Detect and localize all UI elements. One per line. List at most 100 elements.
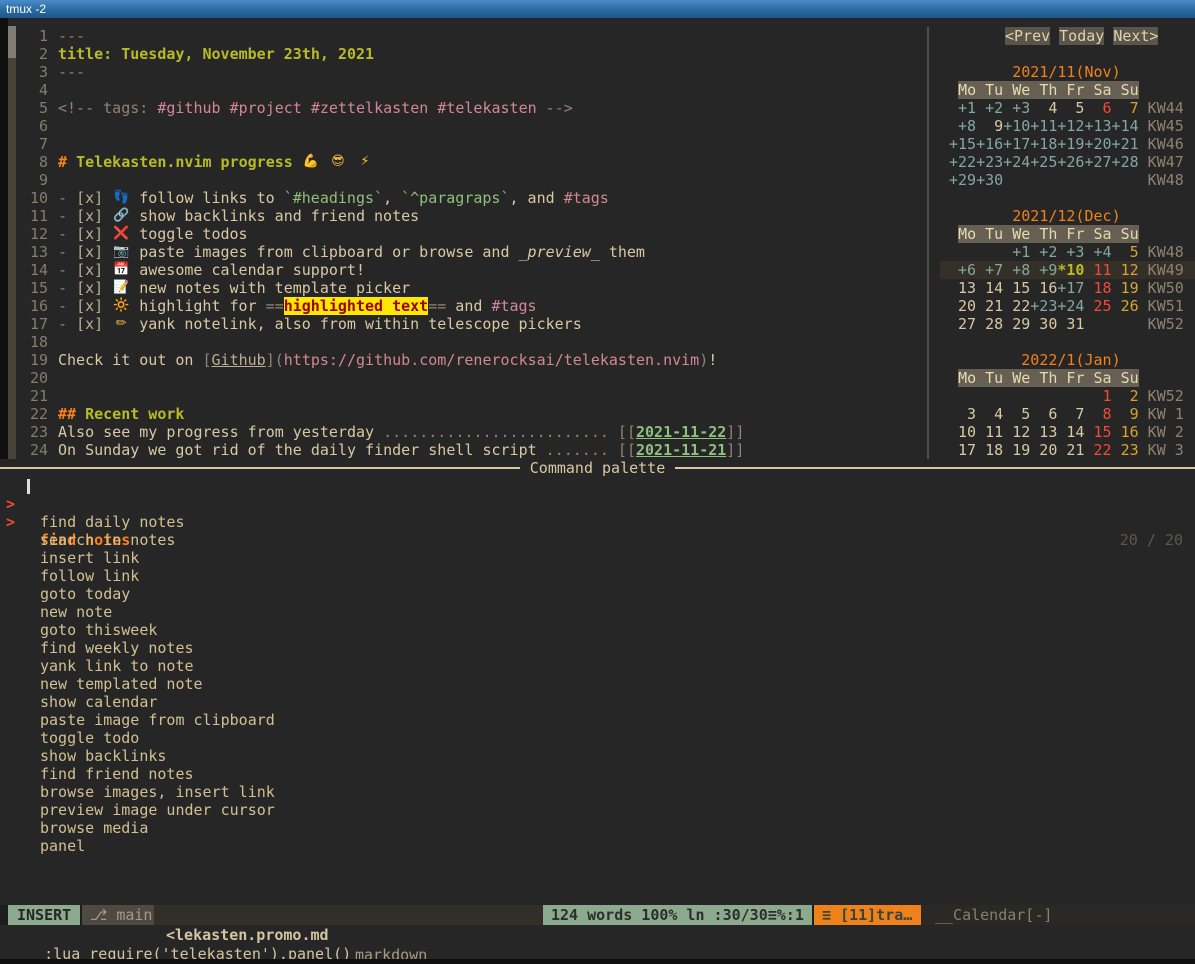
seg-sat[interactable]: 18 xyxy=(1084,279,1111,297)
line-content: - [x] 👣 follow links to `#headings`, `^p… xyxy=(58,189,609,207)
palette-item-label: find daily notes xyxy=(40,513,185,531)
palette-item[interactable]: browse images, insert link xyxy=(0,783,1195,801)
palette-item[interactable]: toggle todo xyxy=(0,729,1195,747)
week-row-content: +6 +7 +8 +9*10 11 12 KW49 xyxy=(949,261,1184,279)
seg-day[interactable]: 27 28 29 30 31 xyxy=(949,315,1139,333)
tabs-label: [11]tra… xyxy=(840,906,912,924)
seg-sat[interactable]: 6 xyxy=(1084,99,1111,117)
seg-sun[interactable]: 2 xyxy=(1112,387,1139,405)
cam-emoji-icon: 📷 xyxy=(112,243,130,261)
seg-day[interactable]: 3 4 5 6 7 xyxy=(949,405,1084,423)
calendar-next-button[interactable]: Next> xyxy=(1113,27,1158,45)
calendar-prev-button[interactable]: <Prev xyxy=(1005,27,1050,45)
line-content: # Telekasten.nvim progress 💪 😎 ⚡ xyxy=(58,153,374,171)
command-line[interactable]: :lua require('telekasten').panel() xyxy=(0,927,1195,945)
seg-dim: [[ xyxy=(618,441,636,459)
seg-note[interactable]: +23+24 xyxy=(1030,297,1084,315)
seg-sun[interactable]: 5 xyxy=(1112,243,1139,261)
calendar-week-row: +1 +2 +3 +4 5 KW48 xyxy=(940,243,1195,261)
editor-line[interactable]: 10- [x] 👣 follow links to `#headings`, `… xyxy=(0,189,1195,207)
seg-note[interactable]: +1 +2 +3 xyxy=(949,99,1030,117)
seg-note[interactable]: +15+16+17+18+19+20+21 xyxy=(949,135,1139,153)
palette-item[interactable]: goto thisweek xyxy=(0,621,1195,639)
seg-sat[interactable]: 15 xyxy=(1084,423,1111,441)
palette-item[interactable]: search in notes xyxy=(0,531,1195,549)
seg-plain: toggle todos xyxy=(130,225,247,243)
calendar-week-row: +6 +7 +8 +9*10 11 12 KW49 xyxy=(940,261,1195,279)
seg-sat[interactable]: 22 xyxy=(1084,441,1111,459)
palette-item[interactable]: goto today xyxy=(0,585,1195,603)
seg-day[interactable] xyxy=(1003,171,1138,189)
seg-note[interactable]: +17 xyxy=(1057,279,1084,297)
terminal-titlebar[interactable]: tmux -2 xyxy=(0,0,1195,18)
palette-item[interactable]: find daily notes xyxy=(0,513,1195,531)
seg-sun[interactable]: 26 xyxy=(1112,297,1139,315)
palette-item-selected[interactable]: > find notes xyxy=(0,495,1195,513)
seg-sat[interactable]: 8 xyxy=(1084,405,1111,423)
seg-dim: --- xyxy=(58,27,85,45)
calendar-statusline: __Calendar[-] xyxy=(921,905,1195,925)
seg-sun[interactable]: 16 xyxy=(1112,423,1139,441)
calendar-today-button[interactable]: Today xyxy=(1059,27,1104,45)
seg-sun[interactable]: 12 xyxy=(1112,261,1139,279)
seg-today[interactable]: *10 xyxy=(1057,261,1084,279)
seg-sun[interactable]: 23 xyxy=(1112,441,1139,459)
seg-day[interactable]: 17 18 19 20 21 xyxy=(949,441,1084,459)
seg-day[interactable] xyxy=(949,387,1084,405)
seg-wiki: 2021-11-21 xyxy=(636,441,726,459)
seg-sun[interactable]: 7 xyxy=(1112,99,1139,117)
palette-item-label: search in notes xyxy=(40,531,175,549)
palette-prompt[interactable]: > 20 / 20 xyxy=(0,477,1195,495)
palette-border: Command palette xyxy=(0,459,1195,477)
palette-item[interactable]: paste image from clipboard xyxy=(0,711,1195,729)
palette-item[interactable]: browse media xyxy=(0,819,1195,837)
palette-item[interactable]: new note xyxy=(0,603,1195,621)
seg-sat[interactable]: 11 xyxy=(1084,261,1111,279)
calendar-week-row: 13 14 15 16+17 18 19 KW50 xyxy=(940,279,1195,297)
line-content: - [x] 📷 paste images from clipboard or b… xyxy=(58,243,645,261)
seg-day[interactable]: 4 5 xyxy=(1030,99,1084,117)
palette-item[interactable]: follow link xyxy=(0,567,1195,585)
seg-day[interactable] xyxy=(949,243,1003,261)
palette-item[interactable]: show calendar xyxy=(0,693,1195,711)
seg-day[interactable]: 20 21 22 xyxy=(949,297,1030,315)
month-title-label: 2021/12(Dec) xyxy=(1012,207,1120,225)
seg-sat[interactable]: 1 xyxy=(1084,387,1111,405)
seg-day[interactable]: 10 11 12 13 14 xyxy=(949,423,1084,441)
seg-note[interactable]: +10+11+12+13+14 xyxy=(1003,117,1138,135)
seg-plain: and xyxy=(446,297,491,315)
palette-item[interactable]: find friend notes xyxy=(0,765,1195,783)
seg-note[interactable]: +8 xyxy=(949,117,976,135)
palette-item[interactable]: new templated note xyxy=(0,675,1195,693)
week-row-content: 3 4 5 6 7 8 9 KW 1 xyxy=(949,405,1184,423)
seg-sat[interactable]: 25 xyxy=(1084,297,1111,315)
seg-sun[interactable]: 19 xyxy=(1112,279,1139,297)
palette-item[interactable]: show backlinks xyxy=(0,747,1195,765)
line-number: 17 xyxy=(0,315,48,333)
seg-plain: , and xyxy=(510,189,564,207)
buffer-tabs-section[interactable]: ≡ [11]tra… xyxy=(814,905,921,925)
seg-tag: #github xyxy=(157,99,220,117)
seg-note[interactable]: +22+23+24+25+26+27+28 xyxy=(949,153,1139,171)
editor-line[interactable]: 18 xyxy=(0,333,1195,351)
seg-note[interactable]: +6 +7 +8 +9 xyxy=(949,261,1057,279)
seg-note[interactable]: +1 +2 +3 +4 xyxy=(1003,243,1111,261)
sun-emoji-icon: 🔆 xyxy=(112,297,130,315)
palette-item[interactable]: preview image under cursor xyxy=(0,801,1195,819)
seg-note[interactable]: +29+30 xyxy=(949,171,1003,189)
memo-emoji-icon: 📝 xyxy=(112,279,130,297)
seg-day[interactable]: 13 14 15 16 xyxy=(949,279,1057,297)
seg-day[interactable]: 9 xyxy=(976,117,1003,135)
seg-sun[interactable]: 9 xyxy=(1112,405,1139,423)
seg-check: [x] xyxy=(76,243,112,261)
editor-line[interactable]: 2title: Tuesday, November 23th, 2021 xyxy=(0,45,1195,63)
window-separator xyxy=(927,27,929,459)
seg-kw: KW45 xyxy=(1139,117,1184,135)
palette-item[interactable]: insert link xyxy=(0,549,1195,567)
seg-dim: --> xyxy=(537,99,573,117)
palette-item[interactable]: panel xyxy=(0,837,1195,855)
line-number: 5 xyxy=(0,99,48,117)
palette-item[interactable]: yank link to note xyxy=(0,657,1195,675)
palette-item[interactable]: find weekly notes xyxy=(0,639,1195,657)
palette-item-label: goto today xyxy=(40,585,130,603)
